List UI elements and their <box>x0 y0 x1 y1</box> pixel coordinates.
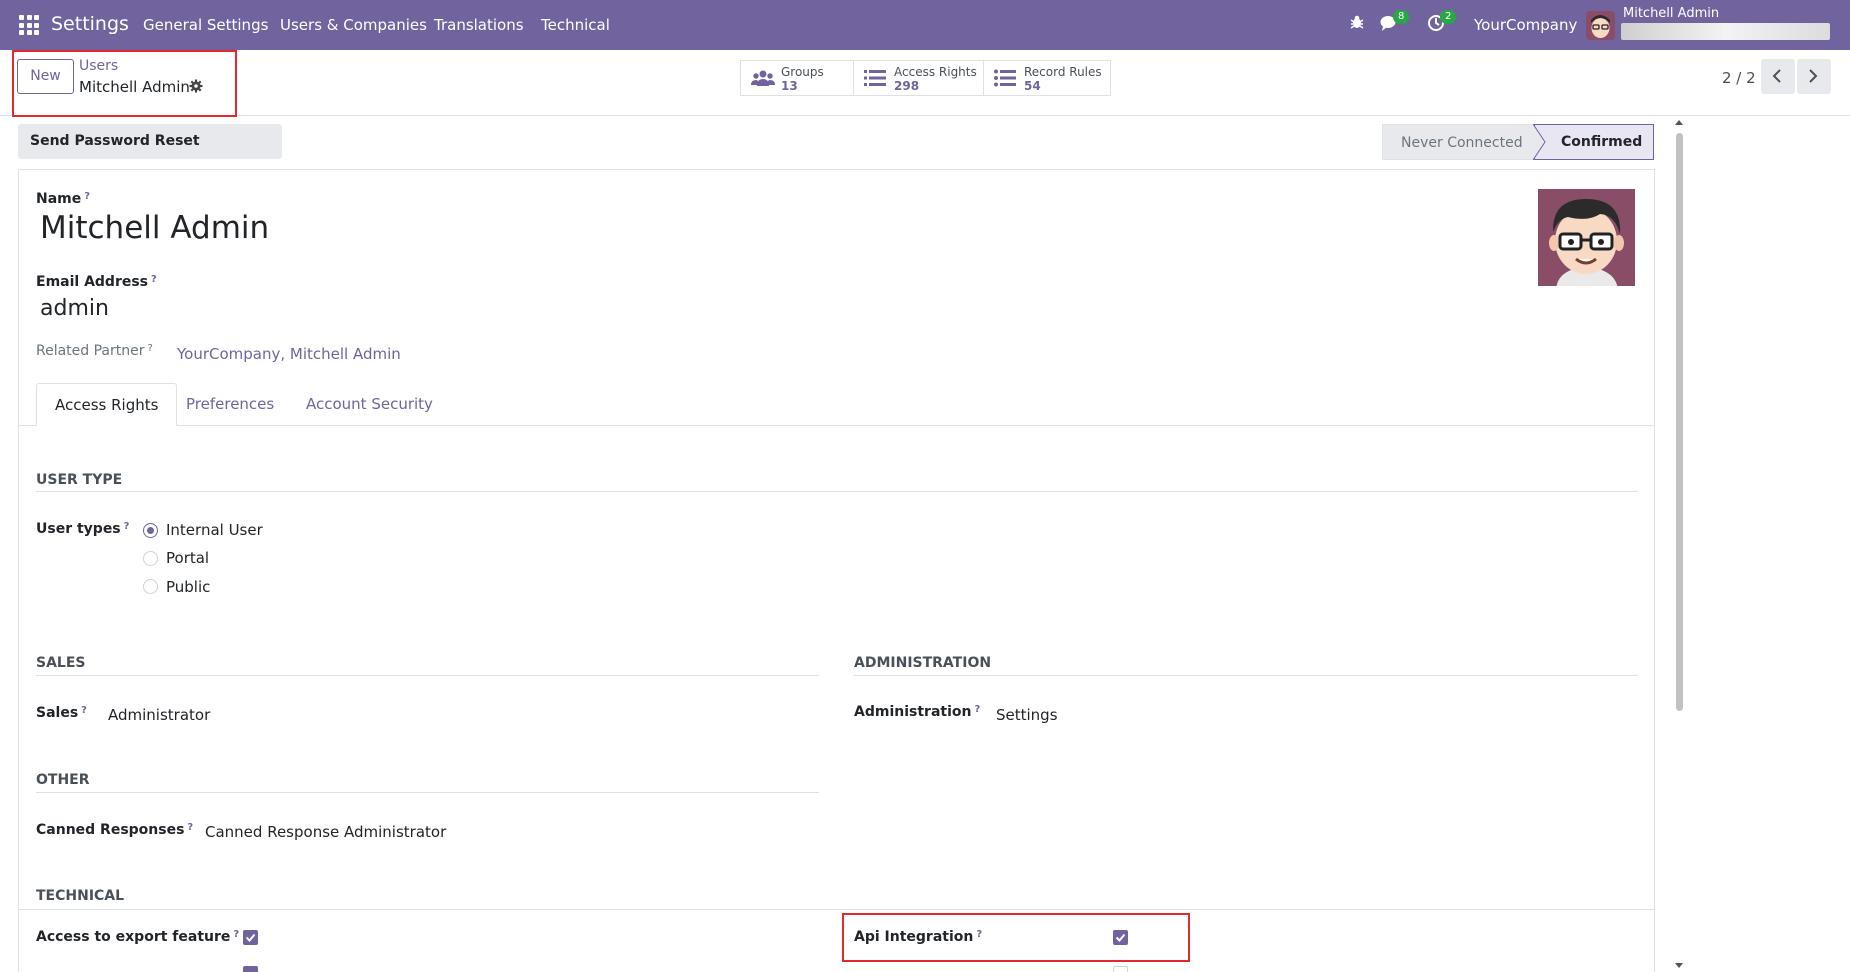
partner-help-icon[interactable]: ? <box>148 343 153 354</box>
email-field[interactable]: admin <box>40 296 109 321</box>
other-section-title: OTHER <box>36 772 90 788</box>
check-icon <box>245 933 256 942</box>
pager-value[interactable]: 2 / 2 <box>1722 69 1756 87</box>
app-title[interactable]: Settings <box>51 13 129 35</box>
technical-section-title: TECHNICAL <box>36 888 125 904</box>
api-integration-checkbox[interactable] <box>1113 930 1128 945</box>
export-help-icon[interactable]: ? <box>233 929 239 940</box>
sales-divider <box>36 675 819 676</box>
sales-label: Sales? <box>36 705 87 721</box>
form-sheet <box>18 169 1655 972</box>
chevron-left-icon <box>1772 69 1781 83</box>
tab-account-security[interactable]: Account Security <box>288 383 451 426</box>
administration-access-select[interactable]: Settings <box>996 706 1058 724</box>
radio-label-internal-user[interactable]: Internal User <box>166 521 263 539</box>
next-row-checkbox-partial[interactable] <box>243 966 258 972</box>
apps-menu-icon[interactable] <box>19 15 39 35</box>
menu-translations[interactable]: Translations <box>434 16 524 34</box>
access-rights-count: 298 <box>894 79 920 93</box>
export-feature-checkbox[interactable] <box>243 930 258 945</box>
check-icon <box>1115 933 1126 942</box>
related-partner-label: Related Partner? <box>36 343 153 359</box>
debug-bug-icon[interactable] <box>1349 14 1371 36</box>
smart-buttons: Groups 13 Access Rights 298 Record Rules… <box>740 60 1111 96</box>
breadcrumb-current-record: Mitchell Admin <box>79 78 190 96</box>
list-bullets-icon <box>994 69 1016 87</box>
sales-section-title: SALES <box>36 655 86 671</box>
name-field[interactable]: Mitchell Admin <box>40 210 269 246</box>
technical-divider <box>18 909 1655 910</box>
api-integration-label: Api Integration? <box>854 929 983 945</box>
menu-general-settings[interactable]: General Settings <box>143 16 268 34</box>
name-help-icon[interactable]: ? <box>84 191 90 202</box>
email-help-icon[interactable]: ? <box>151 274 157 285</box>
list-icon <box>864 69 886 87</box>
next-row-right-checkbox-partial[interactable] <box>1113 966 1128 972</box>
administration-label: Administration? <box>854 704 981 720</box>
activities-count-badge: 2 <box>1440 10 1457 24</box>
name-label: Name? <box>36 191 91 207</box>
messages-chat-icon[interactable]: 8 <box>1380 10 1410 36</box>
groups-label: Groups <box>781 65 824 79</box>
status-arrow-separator <box>1533 124 1546 160</box>
breadcrumb-users[interactable]: Users <box>79 58 118 74</box>
groups-smart-button[interactable]: Groups 13 <box>741 61 854 95</box>
record-rules-smart-button[interactable]: Record Rules 54 <box>984 61 1110 95</box>
canned-responses-label: Canned Responses? <box>36 822 194 838</box>
messages-count-badge: 8 <box>1393 10 1410 24</box>
radio-portal[interactable] <box>143 551 158 566</box>
sales-help-icon[interactable]: ? <box>81 705 87 716</box>
administration-help-icon[interactable]: ? <box>974 704 980 715</box>
user-type-divider <box>36 491 1638 492</box>
access-rights-label: Access Rights <box>894 65 977 79</box>
radio-label-portal[interactable]: Portal <box>166 549 209 567</box>
canned-responses-help-icon[interactable]: ? <box>187 822 193 833</box>
user-name[interactable]: Mitchell Admin <box>1623 6 1719 21</box>
status-never-connected[interactable]: Never Connected <box>1382 124 1534 160</box>
record-rules-count: 54 <box>1024 79 1041 93</box>
export-feature-label: Access to export feature? <box>36 929 240 945</box>
email-label: Email Address? <box>36 274 157 290</box>
activities-clock-icon[interactable]: 2 <box>1427 10 1457 36</box>
groups-count: 13 <box>781 79 798 93</box>
api-help-icon[interactable]: ? <box>976 929 982 940</box>
radio-public[interactable] <box>143 579 158 594</box>
tab-preferences[interactable]: Preferences <box>168 383 292 426</box>
radio-internal-user[interactable] <box>143 523 158 538</box>
other-divider <box>36 792 819 793</box>
record-rules-label: Record Rules <box>1024 65 1102 79</box>
new-button[interactable]: New <box>17 59 74 94</box>
user-avatar[interactable] <box>1586 11 1615 40</box>
pager-previous-button[interactable] <box>1761 59 1795 94</box>
administration-divider <box>854 675 1638 676</box>
top-navbar: Settings General Settings Users & Compan… <box>0 0 1850 50</box>
user-types-help-icon[interactable]: ? <box>124 521 130 532</box>
radio-label-public[interactable]: Public <box>166 578 210 596</box>
gear-icon[interactable] <box>189 79 204 94</box>
send-password-reset-button[interactable]: Send Password Reset Instructions <box>18 124 282 184</box>
sales-access-select[interactable]: Administrator <box>108 706 210 724</box>
access-rights-smart-button[interactable]: Access Rights 298 <box>854 61 984 95</box>
user-info-redacted <box>1621 23 1830 40</box>
menu-users-companies[interactable]: Users & Companies <box>280 16 427 34</box>
menu-technical[interactable]: Technical <box>541 16 610 34</box>
user-type-section-title: USER TYPE <box>36 472 123 488</box>
user-cartoon-avatar-icon <box>1538 189 1635 286</box>
pager-next-button[interactable] <box>1797 59 1831 94</box>
chevron-right-icon <box>1809 69 1818 83</box>
company-switcher[interactable]: YourCompany <box>1474 16 1577 34</box>
canned-responses-select[interactable]: Canned Response Administrator <box>205 823 446 841</box>
users-group-icon <box>751 69 775 87</box>
tab-access-rights[interactable]: Access Rights <box>36 383 178 426</box>
related-partner-link[interactable]: YourCompany, Mitchell Admin <box>177 345 401 363</box>
administration-section-title: ADMINISTRATION <box>854 655 992 671</box>
user-photo[interactable] <box>1538 189 1635 286</box>
scrollbar-thumb[interactable] <box>1676 133 1683 711</box>
user-types-label: User types? <box>36 521 130 537</box>
